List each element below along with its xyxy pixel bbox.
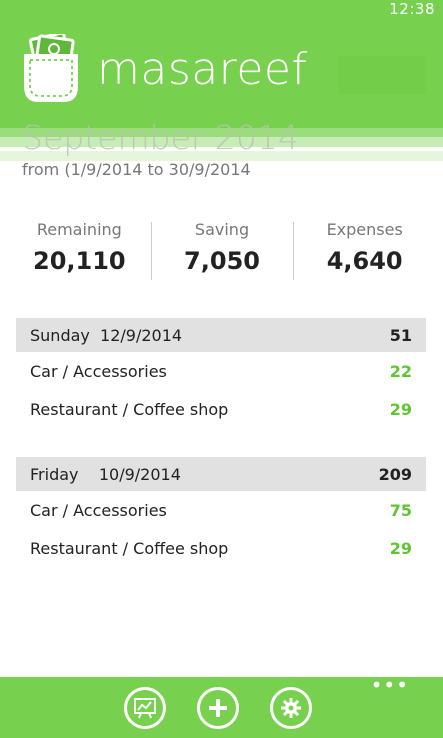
settings-button[interactable] [270,687,312,729]
expense-item[interactable]: Car / Accessories 22 [16,352,426,390]
expense-item[interactable]: Restaurant / Coffee shop 29 [16,390,426,428]
remaining-label: Remaining [36,220,122,239]
expense-item[interactable]: Car / Accessories 75 [16,491,426,529]
day-total: 209 [378,464,412,484]
day-group: Sunday 12/9/2014 51 Car / Accessories 22… [16,318,426,428]
saving-label: Saving [194,220,250,239]
chart-icon [134,698,156,719]
expense-amount: 29 [389,399,412,419]
status-bar-time: 12:38 [389,0,435,18]
header-faded-block [338,56,426,94]
period-title[interactable]: September 2014 [22,118,299,157]
app-bar: ••• [0,675,443,738]
expense-category: Restaurant / Coffee shop [30,538,229,558]
day-name: Sunday 12/9/2014 [30,325,183,345]
app-header: 12:38 masareef [0,0,443,128]
more-options-button[interactable]: ••• [371,675,409,695]
expense-category: Car / Accessories [30,361,167,381]
expense-category: Car / Accessories [30,500,167,520]
chart-button[interactable] [124,687,166,729]
summary-panel: Remaining 20,110 Saving 7,050 Expenses 4… [8,215,436,283]
app-title: masareef [97,44,308,95]
expense-amount: 22 [389,361,412,381]
day-name: Friday 10/9/2014 [30,464,181,484]
summary-remaining: Remaining 20,110 [8,215,151,283]
summary-saving: Saving 7,050 [150,215,294,283]
day-group: Friday 10/9/2014 209 Car / Accessories 7… [16,457,426,567]
expenses-label: Expenses [326,220,403,239]
day-header[interactable]: Friday 10/9/2014 209 [16,457,426,491]
pocket-money-icon [24,34,78,102]
add-icon [209,699,227,717]
period-range: from (1/9/2014 to 30/9/2014 [22,160,251,179]
expenses-value: 4,640 [326,247,403,275]
expense-amount: 29 [389,538,412,558]
saving-value: 7,050 [184,247,260,275]
day-total: 51 [389,325,412,345]
settings-gear-icon [281,698,301,718]
remaining-value: 20,110 [33,247,126,275]
day-header[interactable]: Sunday 12/9/2014 51 [16,318,426,352]
expense-category: Restaurant / Coffee shop [30,399,229,419]
expense-amount: 75 [389,500,412,520]
summary-expenses: Expenses 4,640 [293,215,436,283]
add-expense-button[interactable] [197,687,239,729]
expense-item[interactable]: Restaurant / Coffee shop 29 [16,529,426,567]
